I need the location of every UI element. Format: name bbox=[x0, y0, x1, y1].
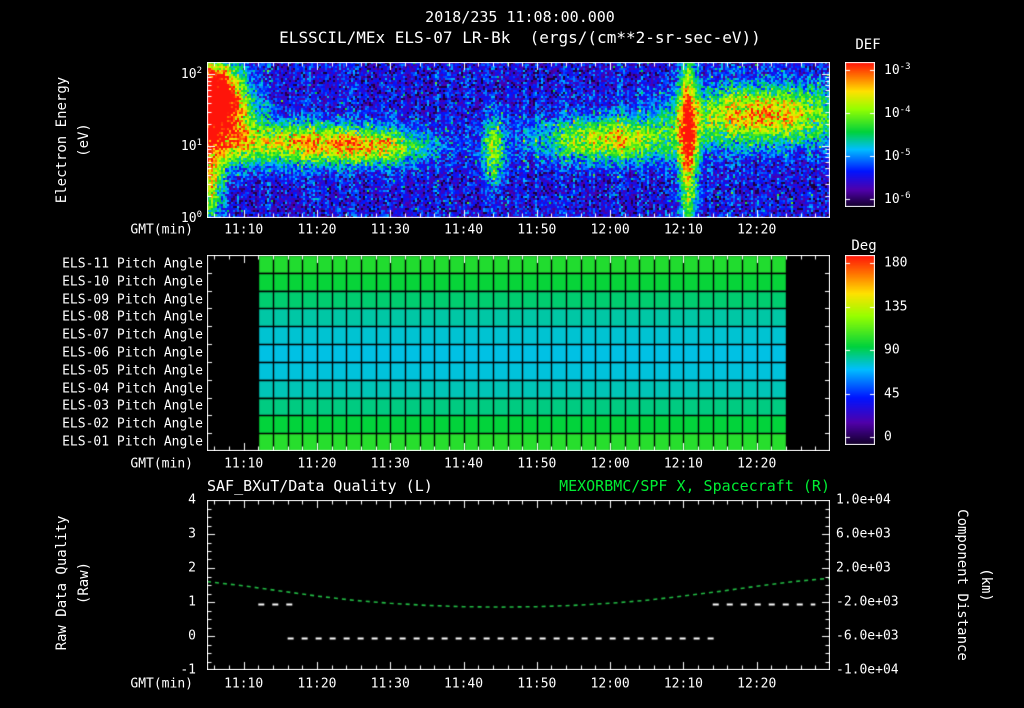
distance-ytick-label: 1.0e+04 bbox=[836, 492, 891, 508]
distance-ytick-label: -6.0e+03 bbox=[836, 628, 899, 644]
distance-ytick-label: -1.0e+04 bbox=[836, 662, 899, 678]
x-tick-label: 12:20 bbox=[737, 676, 777, 692]
quality-series-title: SAF_BXuT/Data Quality (L) bbox=[207, 477, 433, 495]
x-tick-label: 11:20 bbox=[297, 676, 337, 692]
x-tick-label: 12:00 bbox=[590, 222, 630, 238]
quality-ytick-label: 3 bbox=[188, 526, 196, 542]
pitch-row-label: ELS-02 Pitch Angle bbox=[62, 416, 203, 432]
pitch-row-label: ELS-06 Pitch Angle bbox=[62, 345, 203, 361]
plot-screen: 2018/235 11:08:00.000 ELSSCIL/MEx ELS-07… bbox=[0, 0, 1024, 708]
quality-ytick-label: 1 bbox=[188, 594, 196, 610]
pitch-row-label: ELS-07 Pitch Angle bbox=[62, 327, 203, 343]
def-colorbar-title: DEF bbox=[855, 37, 881, 53]
energy-ytick-label: 100 bbox=[180, 209, 202, 227]
x-tick-label: 11:30 bbox=[370, 676, 410, 692]
quality-ytick-label: 0 bbox=[188, 628, 196, 644]
x-tick-label: 11:40 bbox=[443, 222, 484, 238]
energy-ytick-label: 101 bbox=[180, 137, 202, 155]
quality-ytick-label: 4 bbox=[188, 492, 196, 508]
electron-energy-spectrogram-canvas bbox=[207, 62, 830, 218]
x-tick-label: 12:20 bbox=[737, 222, 777, 238]
distance-ytick-label: 6.0e+03 bbox=[836, 526, 891, 542]
x-tick-label: 11:40 bbox=[443, 456, 484, 472]
x-tick-label: 11:10 bbox=[224, 456, 264, 472]
def-colorbar-tick-label: 10-3 bbox=[884, 61, 911, 79]
quality-ytick-label: -1 bbox=[180, 662, 196, 678]
pitch-row-label: ELS-04 Pitch Angle bbox=[62, 381, 203, 397]
x-tick-label: 12:10 bbox=[663, 676, 703, 692]
quality-distance-plot-canvas bbox=[207, 500, 830, 670]
distance-series-title: MEXORBMC/SPF X, Spacecraft (R) bbox=[559, 477, 830, 495]
pitch-row-label: ELS-11 Pitch Angle bbox=[62, 256, 203, 272]
def-colorbar-tick-label: 10-6 bbox=[884, 190, 911, 208]
quality-ytick-label: 2 bbox=[188, 560, 196, 576]
x-tick-label: 12:00 bbox=[590, 676, 630, 692]
x-tick-label: 11:20 bbox=[297, 222, 337, 238]
gmt-axis-label-2: GMT(min) bbox=[130, 456, 193, 472]
deg-colorbar-tick-label: 135 bbox=[884, 299, 908, 314]
def-colorbar-canvas bbox=[845, 62, 875, 207]
x-tick-label: 11:50 bbox=[517, 456, 557, 472]
deg-colorbar-tick-label: 180 bbox=[884, 255, 908, 271]
quality-y-axis-units: (Raw) bbox=[76, 561, 92, 605]
pitch-angle-heatmap-canvas bbox=[207, 255, 830, 451]
deg-colorbar-canvas bbox=[845, 255, 875, 445]
pitch-row-label: ELS-08 Pitch Angle bbox=[62, 309, 203, 325]
x-tick-label: 11:20 bbox=[297, 456, 337, 472]
def-colorbar-tick-label: 10-5 bbox=[884, 147, 911, 165]
distance-y-axis-label: Component Distance bbox=[954, 509, 970, 661]
plot-subtitle: ELSSCIL/MEx ELS-07 LR-Bk (ergs/(cm**2-sr… bbox=[279, 28, 761, 47]
deg-colorbar-tick-label: 45 bbox=[884, 386, 900, 401]
timestamp-title: 2018/235 11:08:00.000 bbox=[425, 8, 615, 26]
x-tick-label: 12:10 bbox=[663, 456, 703, 472]
pitch-row-label: ELS-10 Pitch Angle bbox=[62, 274, 203, 290]
x-tick-label: 11:40 bbox=[443, 676, 484, 692]
distance-ytick-label: -2.0e+03 bbox=[836, 594, 899, 610]
x-tick-label: 11:50 bbox=[517, 676, 557, 692]
spectrogram-y-axis-label: Electron Energy bbox=[54, 76, 70, 204]
deg-colorbar-tick-label: 0 bbox=[884, 429, 892, 445]
pitch-row-label: ELS-09 Pitch Angle bbox=[62, 292, 203, 308]
deg-colorbar-tick-label: 90 bbox=[884, 342, 900, 358]
x-tick-label: 11:30 bbox=[370, 456, 410, 472]
energy-ytick-label: 102 bbox=[180, 65, 202, 83]
x-tick-label: 12:10 bbox=[663, 222, 703, 238]
distance-y-axis-units: (km) bbox=[978, 568, 994, 602]
x-tick-label: 11:10 bbox=[224, 676, 264, 692]
x-tick-label: 11:50 bbox=[517, 222, 557, 238]
deg-colorbar-title: Deg bbox=[851, 238, 877, 254]
spectrogram-y-axis-units: (eV) bbox=[76, 123, 92, 157]
x-tick-label: 11:30 bbox=[370, 222, 410, 238]
gmt-axis-label-3: GMT(min) bbox=[130, 676, 193, 692]
def-colorbar-tick-label: 10-4 bbox=[884, 104, 911, 122]
distance-ytick-label: 2.0e+03 bbox=[836, 560, 891, 576]
pitch-row-label: ELS-01 Pitch Angle bbox=[62, 434, 203, 450]
quality-y-axis-label: Raw Data Quality bbox=[54, 515, 70, 651]
x-tick-label: 11:10 bbox=[224, 222, 264, 238]
pitch-row-label: ELS-03 Pitch Angle bbox=[62, 398, 203, 414]
x-tick-label: 12:00 bbox=[590, 456, 630, 472]
pitch-row-label: ELS-05 Pitch Angle bbox=[62, 363, 203, 379]
x-tick-label: 12:20 bbox=[737, 456, 777, 472]
